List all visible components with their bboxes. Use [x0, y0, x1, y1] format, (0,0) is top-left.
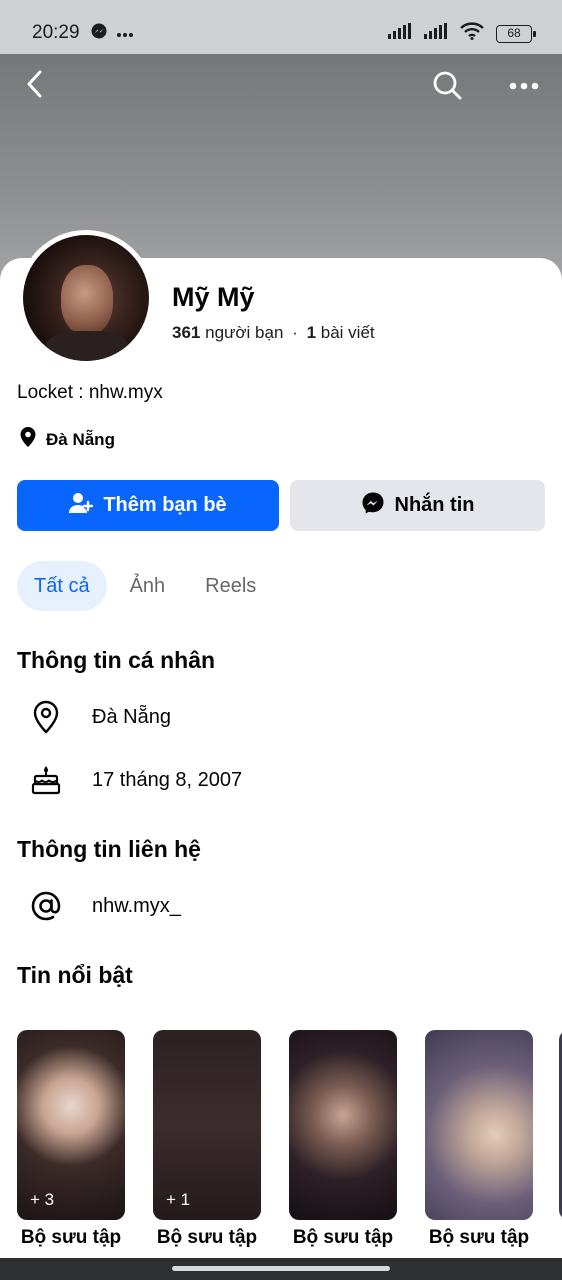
- add-friend-icon: [69, 492, 94, 520]
- at-sign-icon: [28, 888, 64, 924]
- messenger-icon: [361, 491, 385, 521]
- info-location-text: Đà Nẵng: [92, 705, 171, 728]
- posts-label: bài viết: [320, 323, 375, 342]
- add-friend-label: Thêm bạn bè: [103, 494, 227, 516]
- location-pin-icon: [18, 426, 38, 453]
- highlight-label: Bộ sưu tập: [20, 1227, 122, 1248]
- contact-info-title: Thông tin liên hệ: [17, 836, 201, 862]
- search-icon: [430, 71, 464, 106]
- highlights-row: + 3 Bộ sưu tập + 1 Bộ sưu tập Bộ sưu tập…: [17, 1030, 562, 1260]
- tab-reels[interactable]: Reels: [188, 561, 273, 611]
- status-bar: 20:29 68: [0, 0, 562, 54]
- messenger-notification-icon: [90, 22, 108, 45]
- wifi-icon: [460, 22, 484, 45]
- highlight-label: Bộ sưu tập: [428, 1227, 530, 1248]
- info-row-birthday[interactable]: 17 tháng 8, 2007: [28, 760, 242, 800]
- stats-separator: ·: [292, 323, 298, 342]
- profile-stats: 361 người bạn · 1 bài viết: [172, 323, 375, 343]
- more-icon: [509, 77, 539, 95]
- more-options-button[interactable]: [506, 72, 542, 100]
- message-button[interactable]: Nhắn tin: [290, 480, 545, 531]
- message-label: Nhắn tin: [394, 494, 475, 516]
- back-icon: [25, 70, 43, 103]
- more-dots-icon: [116, 25, 134, 43]
- profile-location-text: Đà Nẵng: [46, 429, 115, 449]
- highlight-count: + 3: [30, 1190, 55, 1209]
- status-notifications: [90, 22, 134, 45]
- info-row-handle[interactable]: nhw.myx_: [28, 886, 181, 926]
- profile-bio: Locket : nhw.myx: [17, 382, 163, 403]
- highlight-cover: + 1: [153, 1030, 261, 1220]
- birthday-cake-icon: [28, 762, 64, 798]
- profile-name: Mỹ Mỹ: [172, 282, 255, 312]
- system-nav-bar: [0, 1258, 562, 1280]
- search-button[interactable]: [430, 68, 464, 102]
- posts-count: 1: [306, 323, 317, 342]
- friends-label[interactable]: người bạn: [205, 323, 283, 342]
- highlight-item[interactable]: Bộ sưu tập: [289, 1030, 397, 1248]
- highlight-count: + 1: [166, 1190, 191, 1209]
- location-outline-icon: [28, 699, 64, 735]
- tab-all[interactable]: Tất cả: [17, 561, 107, 611]
- highlight-cover: [289, 1030, 397, 1220]
- profile-tabs: Tất cả Ảnh Reels: [17, 561, 279, 611]
- profile-avatar[interactable]: [18, 230, 154, 366]
- home-gesture-handle[interactable]: [172, 1266, 390, 1271]
- info-birthday-text: 17 tháng 8, 2007: [92, 768, 243, 791]
- back-button[interactable]: [18, 70, 50, 102]
- highlights-title: Tin nổi bật: [17, 962, 133, 988]
- highlight-item[interactable]: Bộ sưu tập: [425, 1030, 533, 1248]
- friends-count[interactable]: 361: [172, 323, 200, 342]
- avatar-photo: [23, 235, 149, 361]
- highlight-cover: + 3: [17, 1030, 125, 1220]
- highlight-item[interactable]: + 1 Bộ sưu tập: [153, 1030, 261, 1248]
- info-handle-text: nhw.myx_: [92, 894, 181, 917]
- highlight-label: Bộ sưu tập: [292, 1227, 394, 1248]
- add-friend-button[interactable]: Thêm bạn bè: [17, 480, 279, 531]
- tab-photos[interactable]: Ảnh: [113, 561, 183, 611]
- highlight-cover: [425, 1030, 533, 1220]
- status-indicators: 68: [388, 22, 536, 45]
- highlight-item[interactable]: + 3 Bộ sưu tập: [17, 1030, 125, 1248]
- signal-icon: [424, 23, 448, 44]
- info-row-location[interactable]: Đà Nẵng: [28, 697, 171, 737]
- battery-icon: 68: [496, 24, 536, 43]
- profile-location: Đà Nẵng: [18, 426, 115, 453]
- signal-icon: [388, 23, 412, 44]
- status-time: 20:29: [32, 22, 80, 43]
- highlight-label: Bộ sưu tập: [156, 1227, 258, 1248]
- personal-info-title: Thông tin cá nhân: [17, 647, 216, 673]
